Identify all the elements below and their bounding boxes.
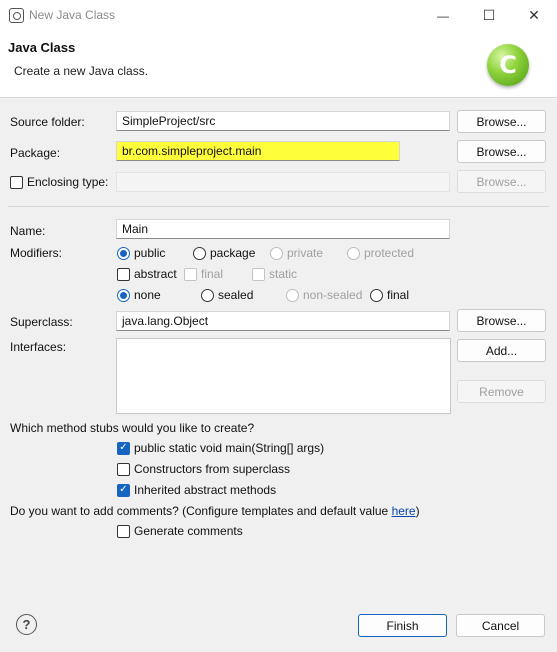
sealing-sealed-radio[interactable] [201, 288, 214, 302]
modifier-protected-option: protected [347, 246, 414, 260]
generate-comments-checkbox[interactable] [117, 524, 130, 538]
sealing-sealed-label: sealed [218, 288, 254, 302]
stub-inherited-checkbox[interactable]: ✓ [117, 483, 130, 497]
window-title: New Java Class [29, 8, 116, 22]
superclass-label: Superclass: [10, 315, 73, 329]
package-label: Package: [10, 146, 61, 160]
modifier-static-option: static [252, 267, 297, 281]
close-button[interactable]: ✕ [511, 0, 557, 31]
sealing-non-sealed-radio [286, 288, 299, 302]
maximize-icon: ☐ [482, 7, 496, 23]
stub-inherited-option[interactable]: ✓ Inherited abstract methods [117, 483, 276, 497]
modifier-public-label: public [134, 246, 166, 260]
modifiers-label: Modifiers: [10, 246, 63, 260]
enclosing-type-checkbox[interactable] [10, 175, 23, 189]
sealing-non-sealed-label: non-sealed [303, 288, 363, 302]
stub-constructors-option[interactable]: Constructors from superclass [117, 462, 290, 476]
modifier-final-checkbox [184, 267, 197, 281]
stub-main-label: public static void main(String[] args) [134, 441, 325, 455]
modifier-final-option: final [184, 267, 223, 281]
stub-constructors-label: Constructors from superclass [134, 462, 291, 476]
modifier-protected-radio [347, 246, 360, 260]
java-class-logo-icon: C [487, 44, 529, 86]
configure-templates-link[interactable]: here [392, 504, 416, 518]
separator [8, 206, 549, 207]
sealing-sealed-option[interactable]: sealed [201, 288, 253, 302]
modifier-static-checkbox [252, 267, 265, 281]
page-description: Create a new Java class. [14, 64, 149, 78]
modifier-abstract-label: abstract [134, 267, 177, 281]
stub-main-checkbox[interactable]: ✓ [117, 441, 130, 455]
close-icon: ✕ [528, 7, 540, 23]
interfaces-remove-button[interactable]: Remove [457, 380, 546, 403]
sealing-final-option[interactable]: final [370, 288, 409, 302]
modifier-final-label: final [201, 267, 224, 281]
comments-question: Do you want to add comments? (Configure … [10, 504, 420, 518]
enclosing-type-input[interactable] [116, 172, 450, 192]
modifier-package-radio[interactable] [193, 246, 206, 260]
modifier-package-option[interactable]: package [193, 246, 255, 260]
modifier-private-label: private [287, 246, 324, 260]
minimize-icon: — [437, 8, 449, 23]
sealing-none-radio[interactable] [117, 288, 130, 302]
modifier-private-radio [270, 246, 283, 260]
name-input[interactable]: Main [116, 219, 450, 239]
superclass-input[interactable]: java.lang.Object [116, 311, 450, 331]
interfaces-list[interactable] [116, 338, 451, 414]
sealing-none-option[interactable]: none [117, 288, 161, 302]
app-icon [9, 8, 24, 23]
package-input[interactable]: br.com.simpleproject.main [116, 141, 400, 161]
modifier-private-option: private [270, 246, 323, 260]
modifier-protected-label: protected [364, 246, 415, 260]
modifier-static-label: static [269, 267, 298, 281]
enclosing-type-browse-button[interactable]: Browse... [457, 170, 546, 193]
stub-inherited-label: Inherited abstract methods [134, 483, 277, 497]
interfaces-add-button[interactable]: Add... [457, 339, 546, 362]
comments-question-text: Do you want to add comments? (Configure … [10, 504, 392, 518]
sealing-none-label: none [134, 288, 161, 302]
sealing-final-radio[interactable] [370, 288, 383, 302]
modifier-public-radio[interactable] [117, 246, 130, 260]
generate-comments-label: Generate comments [134, 524, 243, 538]
modifier-public-option[interactable]: public [117, 246, 165, 260]
finish-button[interactable]: Finish [358, 614, 447, 637]
maximize-button[interactable]: ☐ [466, 0, 512, 31]
stub-main-option[interactable]: ✓ public static void main(String[] args) [117, 441, 324, 455]
source-folder-input[interactable]: SimpleProject/src [116, 111, 450, 131]
cancel-button[interactable]: Cancel [456, 614, 545, 637]
generate-comments-option[interactable]: Generate comments [117, 524, 243, 538]
enclosing-type-label: Enclosing type: [27, 175, 109, 189]
sealing-non-sealed-option: non-sealed [286, 288, 362, 302]
help-icon[interactable]: ? [16, 614, 37, 635]
modifier-package-label: package [210, 246, 256, 260]
method-stubs-question: Which method stubs would you like to cre… [10, 421, 255, 435]
modifier-abstract-option[interactable]: abstract [117, 267, 177, 281]
comments-question-end: ) [415, 504, 420, 518]
name-label: Name: [10, 224, 46, 238]
package-browse-button[interactable]: Browse... [457, 140, 546, 163]
stub-constructors-checkbox[interactable] [117, 462, 130, 476]
enclosing-type-option[interactable]: Enclosing type: [10, 175, 108, 189]
source-folder-label: Source folder: [10, 115, 85, 129]
modifier-abstract-checkbox[interactable] [117, 267, 130, 281]
source-folder-browse-button[interactable]: Browse... [457, 110, 546, 133]
sealing-final-label: final [387, 288, 410, 302]
minimize-button[interactable]: — [420, 0, 466, 31]
interfaces-label: Interfaces: [10, 340, 67, 354]
superclass-browse-button[interactable]: Browse... [457, 309, 546, 332]
page-title: Java Class [8, 40, 76, 55]
